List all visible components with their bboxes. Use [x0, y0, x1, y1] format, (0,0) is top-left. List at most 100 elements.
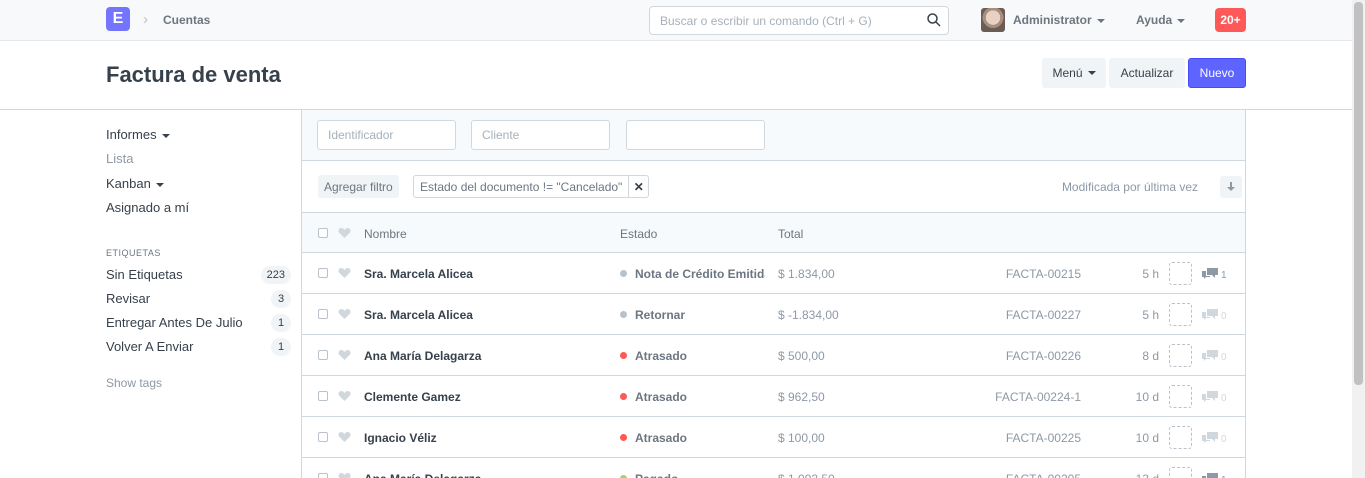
table-row[interactable]: Sra. Marcela Alicea Retornar $ -1.834,00 FA…	[302, 294, 1245, 335]
breadcrumb-accounts[interactable]: Cuentas	[163, 13, 210, 27]
refresh-button[interactable]: Actualizar	[1109, 58, 1185, 88]
select-all-checkbox[interactable]	[318, 228, 328, 238]
assign-placeholder[interactable]	[1169, 303, 1192, 326]
heart-icon[interactable]	[338, 390, 351, 402]
row-name[interactable]: Ana María Delagarza	[364, 349, 481, 363]
assign-placeholder[interactable]	[1169, 426, 1192, 449]
assign-placeholder[interactable]	[1169, 385, 1192, 408]
row-name[interactable]: Ana María Delagarza	[364, 472, 481, 478]
user-menu[interactable]: Administrator	[1013, 13, 1105, 27]
status-indicator: Atrasado	[620, 390, 765, 404]
customer-filter-input[interactable]	[471, 120, 610, 150]
status-indicator: Atrasado	[620, 349, 765, 363]
heart-icon[interactable]	[338, 227, 351, 239]
tag-label: Sin Etiquetas	[106, 267, 183, 282]
sidebar-tag[interactable]: Sin Etiquetas	[106, 267, 286, 282]
comment-count[interactable]: 0	[1202, 350, 1227, 363]
row-checkbox[interactable]	[318, 473, 328, 478]
table-row[interactable]: Ana María Delagarza Pagado $ 1.093,50 FACTA…	[302, 458, 1245, 478]
row-checkbox[interactable]	[318, 268, 328, 278]
tag-count: 223	[260, 266, 291, 284]
add-filter-button[interactable]: Agregar filtro	[318, 175, 399, 198]
comment-count[interactable]: 1	[1202, 268, 1227, 281]
status-label: Atrasado	[635, 349, 688, 363]
page-title: Factura de venta	[106, 62, 281, 87]
sort-selector[interactable]: Modificada por última vez	[1062, 180, 1198, 194]
user-menu-label: Administrator	[1013, 13, 1092, 27]
app-logo[interactable]: E	[106, 7, 130, 31]
new-button[interactable]: Nuevo	[1188, 58, 1246, 88]
row-id[interactable]: FACTA-00225	[1006, 431, 1081, 445]
sidebar-tag[interactable]: Revisar	[106, 291, 150, 306]
row-modified-time: 10 d	[1135, 390, 1159, 404]
row-id[interactable]: FACTA-00224-1	[995, 390, 1081, 404]
row-id[interactable]: FACTA-00205	[1006, 472, 1081, 478]
table-row[interactable]: Ana María Delagarza Atrasado $ 500,00 FACTA…	[302, 335, 1245, 376]
table-row[interactable]: Sra. Marcela Alicea Nota de Crédito Emiti…	[302, 253, 1245, 294]
sidebar-item-kanban[interactable]: Kanban	[106, 176, 164, 191]
sidebar-item-assigned[interactable]: Asignado a mí	[106, 200, 189, 215]
row-name[interactable]: Ignacio Véliz	[364, 431, 437, 445]
row-name[interactable]: Sra. Marcela Alicea	[364, 308, 473, 322]
search-input[interactable]	[650, 7, 910, 34]
row-id[interactable]: FACTA-00227	[1006, 308, 1081, 322]
caret-down-icon	[161, 133, 170, 138]
assign-placeholder[interactable]	[1169, 262, 1192, 285]
awesomebar	[649, 6, 949, 35]
comment-count-value: 0	[1221, 434, 1227, 445]
status-dot	[620, 352, 627, 359]
sidebar-tag[interactable]: Entregar Antes De Julio	[106, 315, 243, 330]
sidebar-tag[interactable]: Volver A Enviar	[106, 339, 193, 354]
comment-count[interactable]: 1	[1202, 473, 1227, 478]
row-name[interactable]: Clemente Gamez	[364, 390, 461, 404]
row-name[interactable]: Sra. Marcela Alicea	[364, 267, 473, 281]
row-checkbox[interactable]	[318, 350, 328, 360]
heart-icon[interactable]	[338, 267, 351, 279]
status-dot	[620, 311, 627, 318]
active-filter[interactable]: Estado del documento != "Cancelado" ✕	[413, 175, 650, 198]
notifications-badge[interactable]: 20+	[1215, 8, 1246, 32]
help-menu[interactable]: Ayuda	[1136, 13, 1186, 27]
help-menu-label: Ayuda	[1136, 13, 1173, 27]
row-checkbox[interactable]	[318, 391, 328, 401]
tag-count: 3	[271, 290, 291, 308]
status-indicator: Atrasado	[620, 431, 765, 445]
close-icon[interactable]: ✕	[628, 176, 648, 197]
tag-label: Revisar	[106, 291, 151, 306]
comment-count[interactable]: 0	[1202, 432, 1227, 445]
table-row[interactable]: Clemente Gamez Atrasado $ 962,50 FACTA-0022…	[302, 376, 1245, 417]
heart-icon[interactable]	[338, 472, 351, 478]
id-filter-input[interactable]	[317, 120, 456, 150]
scrollbar-thumb[interactable]	[1354, 2, 1363, 385]
comments-icon	[1202, 268, 1218, 279]
show-tags-link[interactable]: Show tags	[106, 376, 162, 390]
row-id[interactable]: FACTA-00215	[1006, 267, 1081, 281]
row-id[interactable]: FACTA-00226	[1006, 349, 1081, 363]
heart-icon[interactable]	[338, 349, 351, 361]
extra-filter-input[interactable]	[626, 120, 765, 150]
row-checkbox[interactable]	[318, 309, 328, 319]
row-total: $ 1.834,00	[778, 267, 835, 281]
row-total: $ -1.834,00	[778, 308, 839, 322]
status-dot	[620, 270, 627, 277]
row-modified-time: 5 h	[1142, 308, 1159, 322]
avatar[interactable]	[981, 8, 1005, 32]
sort-order-button[interactable]	[1220, 176, 1242, 198]
sidebar-item-reports[interactable]: Informes	[106, 127, 170, 142]
tag-count: 1	[271, 314, 291, 332]
comment-count[interactable]: 0	[1202, 391, 1227, 404]
table-row[interactable]: Ignacio Véliz Atrasado $ 100,00 FACTA-00225…	[302, 417, 1245, 458]
heart-icon[interactable]	[338, 308, 351, 320]
heart-icon[interactable]	[338, 431, 351, 443]
column-header-status: Estado	[620, 227, 658, 241]
menu-button[interactable]: Menú	[1042, 58, 1106, 88]
scrollbar[interactable]	[1352, 0, 1365, 478]
assign-placeholder[interactable]	[1169, 467, 1192, 478]
search-icon[interactable]	[926, 12, 942, 28]
row-checkbox[interactable]	[318, 432, 328, 442]
sidebar-item-list[interactable]: Lista	[106, 151, 133, 166]
comment-count[interactable]: 0	[1202, 309, 1227, 322]
status-indicator: Retornar	[620, 308, 765, 322]
assign-placeholder[interactable]	[1169, 344, 1192, 367]
row-modified-time: 13 d	[1136, 472, 1159, 478]
